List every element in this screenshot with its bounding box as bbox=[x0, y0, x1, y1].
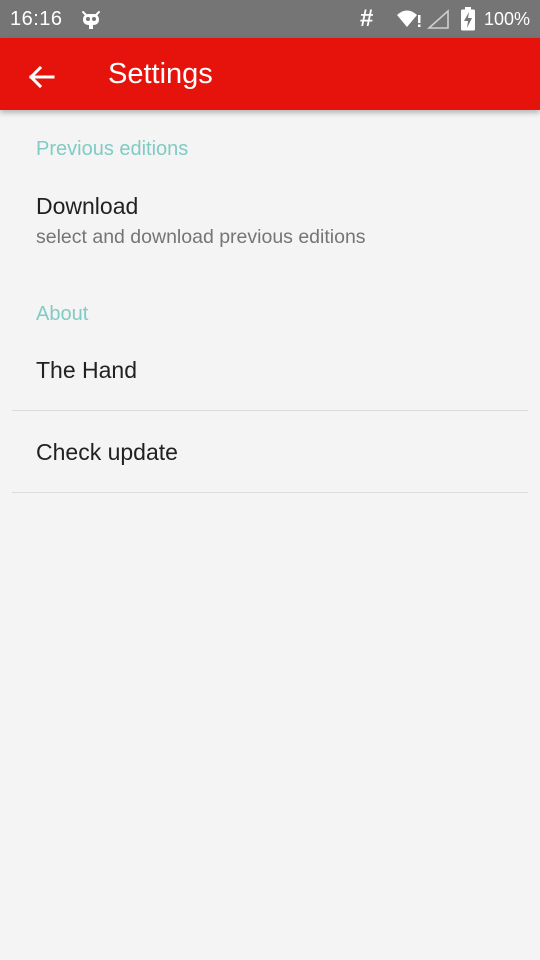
cyanogenmod-icon bbox=[82, 11, 100, 29]
wifi-icon bbox=[397, 10, 421, 27]
page-title: Settings bbox=[108, 58, 213, 90]
battery-charging-icon bbox=[461, 7, 475, 31]
status-time: 16:16 bbox=[10, 8, 63, 30]
download-title: Download bbox=[36, 193, 139, 219]
battery-percentage: 100% bbox=[484, 9, 531, 29]
divider bbox=[12, 492, 528, 493]
status-bar: 16:16 # 100% bbox=[0, 0, 540, 38]
download-summary: select and download previous editions bbox=[36, 226, 366, 248]
hash-icon: # bbox=[360, 5, 374, 32]
the-hand-title: The Hand bbox=[36, 357, 138, 383]
category-about: About bbox=[36, 303, 89, 325]
the-hand-preference[interactable]: The Hand bbox=[0, 340, 540, 410]
app-bar: Settings bbox=[0, 38, 540, 110]
download-preference[interactable]: Download select and download previous ed… bbox=[0, 180, 540, 280]
category-previous-editions: Previous editions bbox=[36, 138, 189, 160]
check-update-title: Check update bbox=[36, 439, 178, 465]
check-update-preference[interactable]: Check update bbox=[0, 411, 540, 492]
arrow-back-icon[interactable] bbox=[26, 62, 56, 92]
signal-icon bbox=[426, 9, 449, 29]
